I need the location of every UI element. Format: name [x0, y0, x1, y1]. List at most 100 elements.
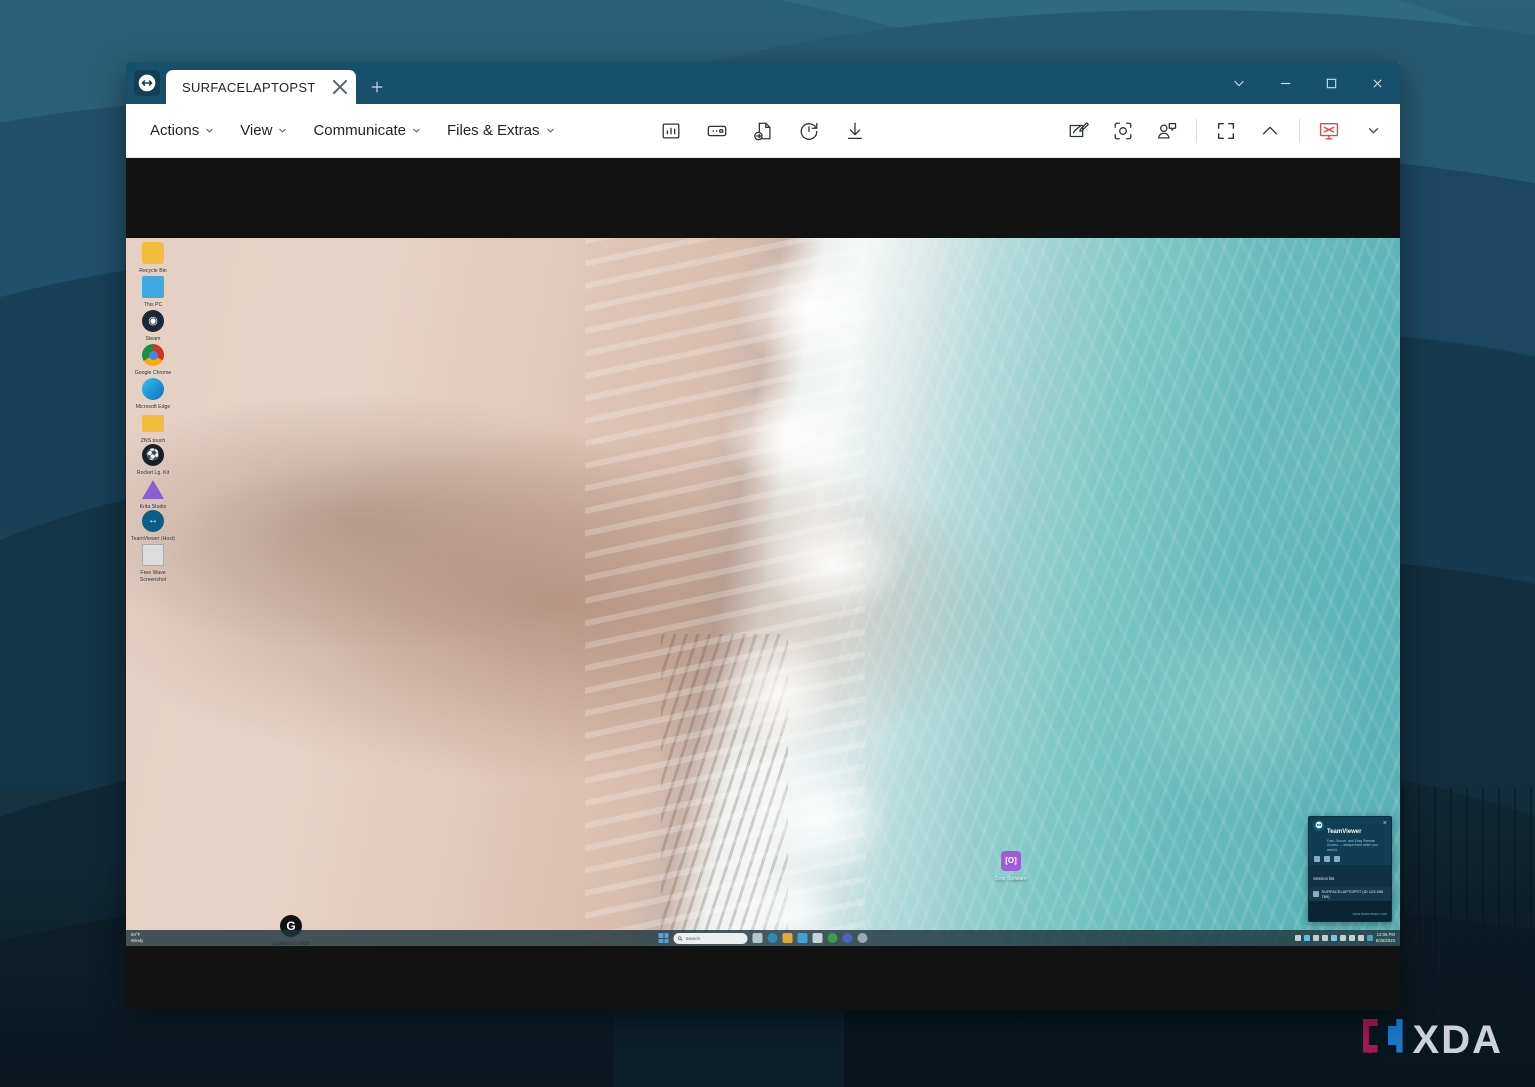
- xda-logo-icon: [1362, 1018, 1403, 1063]
- teamviewer-icon: ↔: [140, 508, 166, 534]
- speaker-icon[interactable]: [1357, 935, 1364, 941]
- restart-icon[interactable]: [794, 116, 824, 146]
- chevron-down-icon[interactable]: [1216, 62, 1262, 104]
- chevron-down-icon: [413, 128, 420, 133]
- taskbar-center-group: Search: [658, 932, 868, 944]
- panel-footer-link[interactable]: www.teamviewer.com: [1352, 912, 1387, 916]
- new-tab-button[interactable]: [360, 70, 394, 104]
- menu-bar: Actions View Communicate Files & Extras: [138, 115, 567, 146]
- toolbar-divider: [1196, 118, 1197, 143]
- file-explorer-icon[interactable]: [782, 933, 793, 943]
- download-icon[interactable]: [840, 116, 870, 146]
- settings-taskbar-icon[interactable]: [857, 933, 868, 943]
- search-input[interactable]: Search: [673, 932, 748, 944]
- end-session-icon[interactable]: [1314, 116, 1344, 146]
- menu-communicate-label: Communicate: [313, 122, 406, 139]
- session-list-label: Session list: [1313, 876, 1335, 881]
- taskbar-weather-widget[interactable]: 60°F Windy: [131, 932, 144, 943]
- teamviewer-window: SURFACELAPTOPST Actions View Communicate…: [126, 62, 1400, 1010]
- remote-taskbar[interactable]: 60°F Windy Search 12:05 PM 8/25/2023: [126, 930, 1400, 946]
- maximize-button[interactable]: [1308, 62, 1354, 104]
- desktop-icon-rocket-league[interactable]: ⚽ Rocket Lg. Kit: [130, 442, 176, 477]
- share-icon[interactable]: [1334, 856, 1340, 862]
- session-participant-row[interactable]: SURFACELAPTOPST (ID 123 456 789): [1309, 887, 1391, 901]
- task-view-icon[interactable]: [752, 933, 763, 943]
- widgets-icon[interactable]: [812, 933, 823, 943]
- xda-watermark-text: XDA: [1412, 1018, 1503, 1062]
- display-icon[interactable]: [1339, 935, 1346, 941]
- remote-toolbox-icon[interactable]: [702, 116, 732, 146]
- remote-screen-viewport[interactable]: Recycle Bin This PC ◉ Steam Google Chrom…: [126, 158, 1400, 1010]
- steam-icon: ◉: [140, 308, 166, 334]
- xbox-taskbar-icon[interactable]: [827, 933, 838, 943]
- remote-teamviewer-panel[interactable]: TeamViewer Fast, Secure, and Easy Remote…: [1308, 815, 1392, 922]
- this-pc-icon: [140, 274, 166, 300]
- weather-condition: Windy: [131, 937, 144, 943]
- desktop-icon-krita[interactable]: Krita Studio: [130, 476, 176, 511]
- onedrive-icon[interactable]: [1330, 935, 1337, 941]
- close-icon[interactable]: ×: [1383, 820, 1387, 827]
- fullscreen-icon[interactable]: [1211, 116, 1241, 146]
- panel-subtitle: Fast, Secure, and Easy Remote Access — a…: [1327, 838, 1378, 852]
- search-placeholder: Search: [685, 935, 701, 941]
- google-chrome-icon: [140, 342, 166, 368]
- center-toolbar-group: [656, 116, 870, 146]
- minimize-button[interactable]: [1262, 62, 1308, 104]
- store-taskbar-icon[interactable]: [797, 933, 808, 943]
- wifi-icon[interactable]: [1348, 935, 1355, 941]
- menu-actions[interactable]: Actions: [138, 115, 226, 146]
- panel-header: TeamViewer Fast, Secure, and Easy Remote…: [1309, 817, 1391, 855]
- teamviewer-tray-icon[interactable]: [1366, 935, 1373, 941]
- microsoft-edge-icon: [140, 376, 166, 402]
- desktop-icon-this-pc[interactable]: This PC: [130, 274, 176, 309]
- desktop-icon-folder[interactable]: ZNS touch: [130, 410, 176, 445]
- close-icon[interactable]: [330, 77, 350, 97]
- desktop-icon-label: Free Wave Screenshot: [139, 570, 167, 583]
- desktop-icon-screenshot-file[interactable]: Free Wave Screenshot: [130, 542, 176, 583]
- app-shortcut-icon: [O]: [998, 848, 1024, 874]
- menu-files-extras[interactable]: Files & Extras: [435, 115, 567, 146]
- desktop-icon-recycle-bin[interactable]: Recycle Bin: [130, 240, 176, 275]
- rocket-league-icon: ⚽: [140, 442, 166, 468]
- battery-icon[interactable]: [1321, 935, 1328, 941]
- file-transfer-icon[interactable]: [748, 116, 778, 146]
- clock-time: 12:05 PM: [1376, 932, 1395, 938]
- chevron-down-icon: [206, 128, 214, 133]
- panel-quick-actions: [1309, 855, 1391, 865]
- windows-start-icon[interactable]: [658, 933, 669, 943]
- menu-actions-label: Actions: [150, 122, 200, 139]
- network-icon[interactable]: [1303, 935, 1310, 941]
- show-hidden-icons-icon[interactable]: [1294, 935, 1301, 941]
- chat-icon[interactable]: [1152, 116, 1182, 146]
- menu-communicate[interactable]: Communicate: [301, 115, 433, 146]
- teams-taskbar-icon[interactable]: [842, 933, 853, 943]
- desktop-icon-app-shortcut[interactable]: [O] Snip Spilware: [988, 848, 1034, 883]
- menu-view[interactable]: View: [228, 115, 299, 146]
- teamviewer-logo-icon: [134, 70, 160, 96]
- close-button[interactable]: [1354, 62, 1400, 104]
- desktop-icon-microsoft-edge[interactable]: Microsoft Edge: [130, 376, 176, 411]
- edge-taskbar-icon[interactable]: [767, 933, 778, 943]
- volume-icon[interactable]: [1312, 935, 1319, 941]
- session-list-header[interactable]: Session list: [1309, 865, 1391, 887]
- search-icon: [677, 935, 683, 941]
- taskbar-clock[interactable]: 12:05 PM 8/25/2023: [1376, 932, 1395, 943]
- desktop-icon-google-chrome[interactable]: Google Chrome: [130, 342, 176, 377]
- right-toolbar-group: [1064, 116, 1388, 146]
- chat-icon[interactable]: [1314, 856, 1320, 862]
- collapse-toolbar-icon[interactable]: [1255, 116, 1285, 146]
- chevron-down-icon: [546, 128, 554, 133]
- desktop-icon-steam[interactable]: ◉ Steam: [130, 308, 176, 343]
- screenshot-icon[interactable]: [1108, 116, 1138, 146]
- desktop-icon-teamviewer[interactable]: ↔ TeamViewer (Host): [130, 508, 176, 543]
- remote-desktop[interactable]: Recycle Bin This PC ◉ Steam Google Chrom…: [126, 238, 1400, 946]
- taskbar-system-tray: 12:05 PM 8/25/2023: [1294, 932, 1395, 943]
- session-tab[interactable]: SURFACELAPTOPST: [166, 70, 356, 104]
- teamviewer-logo-icon: [1313, 819, 1324, 831]
- whiteboard-icon[interactable]: [1324, 856, 1330, 862]
- remote-system-info-icon[interactable]: [656, 116, 686, 146]
- session-options-chevron-icon[interactable]: [1358, 116, 1388, 146]
- user-icon: [1313, 891, 1319, 897]
- whiteboard-icon[interactable]: [1064, 116, 1094, 146]
- session-tab-label: SURFACELAPTOPST: [182, 79, 316, 95]
